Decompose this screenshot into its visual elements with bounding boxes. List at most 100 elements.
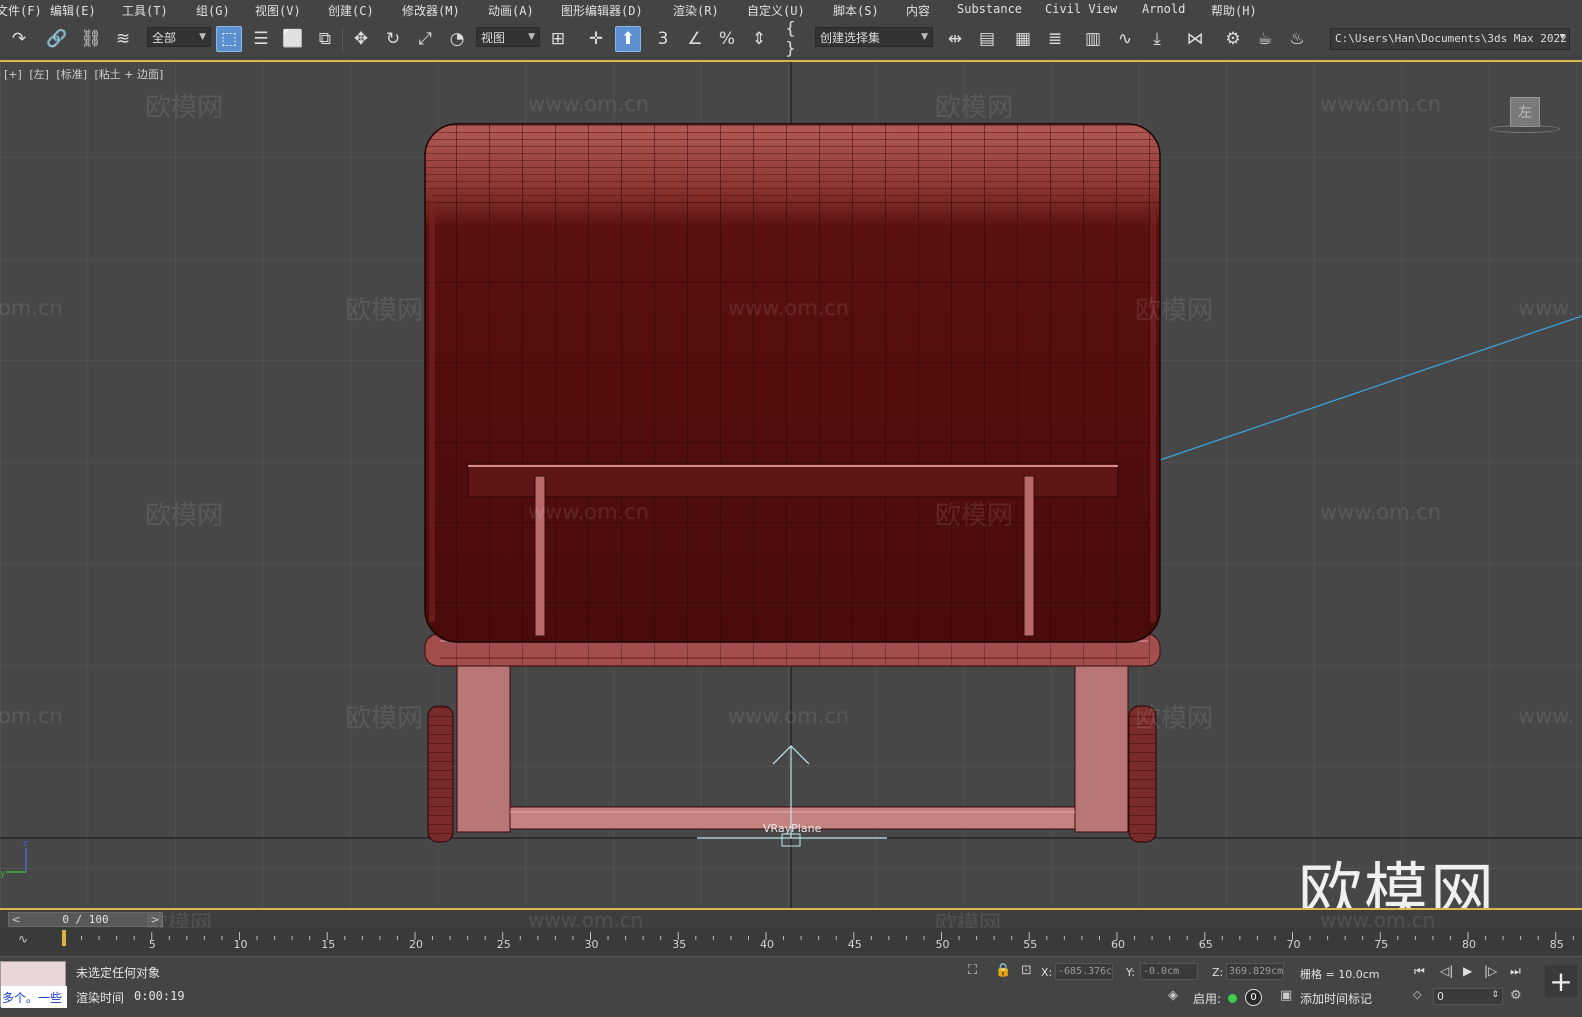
y-coordinate-field[interactable]: -0.0cm bbox=[1140, 963, 1198, 980]
next-frame-button[interactable]: > bbox=[148, 913, 162, 926]
percent-snap-icon[interactable]: % bbox=[714, 26, 740, 52]
menu-substance[interactable]: Substance bbox=[957, 2, 1022, 16]
isolate-selection-icon[interactable]: ⛶ bbox=[968, 963, 977, 978]
armrest-bar bbox=[467, 462, 1119, 498]
time-tag-icon[interactable]: ▣ bbox=[1280, 988, 1292, 1003]
menu-rendering[interactable]: 渲染(R) bbox=[673, 2, 719, 19]
time-slider[interactable]: < 0 / 100 > 欧模网 www.om.cn 欧模网 www.om.cn bbox=[0, 908, 1582, 937]
current-frame-field[interactable]: 0 ⇕ bbox=[1433, 988, 1503, 1005]
absolute-mode-icon[interactable]: ⊡ bbox=[1021, 963, 1032, 978]
menu-group[interactable]: 组(G) bbox=[196, 2, 230, 19]
render-production-icon[interactable]: ♨ bbox=[1284, 26, 1310, 52]
menu-scripting[interactable]: 脚本(S) bbox=[833, 2, 879, 19]
add-time-tag-button[interactable]: 添加时间标记 bbox=[1300, 990, 1372, 1007]
ruler-tick-label: 25 bbox=[496, 938, 511, 951]
link-icon[interactable]: 🔗 bbox=[44, 26, 70, 52]
z-coordinate-field[interactable]: 369.829cm bbox=[1226, 963, 1284, 980]
menu-customize[interactable]: 自定义(U) bbox=[747, 2, 805, 19]
track-bar[interactable]: ∿ 0510152025303540455055606570758085 bbox=[0, 928, 1582, 956]
enabled-indicator[interactable] bbox=[1228, 994, 1237, 1003]
menu-animation[interactable]: 动画(A) bbox=[488, 2, 534, 19]
schematic-view-icon[interactable]: ⋈ bbox=[1182, 26, 1208, 52]
ruler-tick-label: 35 bbox=[672, 938, 687, 951]
project-path-field[interactable]: C:\Users\Han\Documents\3ds Max 2022 ▼ bbox=[1330, 28, 1570, 50]
mini-curve-editor-icon[interactable]: ∿ bbox=[18, 932, 28, 946]
go-to-start-icon[interactable]: ⏮ bbox=[1414, 964, 1425, 979]
current-frame-marker bbox=[62, 930, 66, 946]
menu-arnold[interactable]: Arnold bbox=[1142, 2, 1185, 16]
logo-watermark: 欧模网 bbox=[1298, 857, 1496, 908]
pivot-center-icon[interactable]: ⊞ bbox=[545, 26, 571, 52]
redo-icon[interactable]: ↷ bbox=[6, 26, 32, 52]
maxscript-listener[interactable]: 多个。一些 bbox=[0, 961, 67, 1008]
next-key-icon[interactable]: |▷ bbox=[1484, 964, 1497, 978]
viewport-style-menu[interactable]: [粘土 + 边面] bbox=[95, 68, 164, 81]
selection-status: 未选定任何对象 bbox=[76, 966, 161, 980]
key-mode-icon[interactable]: ◇ bbox=[1413, 988, 1421, 1001]
named-selection-set-dropdown[interactable]: 创建选择集 ▼ bbox=[815, 27, 933, 47]
toggle-ribbon-icon[interactable]: ▥ bbox=[1080, 26, 1106, 52]
key-count-badge[interactable]: 0 bbox=[1245, 989, 1262, 1006]
viewcube[interactable]: 左 bbox=[1490, 97, 1560, 137]
snaps-toggle-icon[interactable]: 3 bbox=[650, 26, 676, 52]
menu-create[interactable]: 创建(C) bbox=[328, 2, 374, 19]
x-label: X: bbox=[1041, 966, 1053, 979]
render-time-label: 渲染时间 bbox=[76, 991, 125, 1005]
unlink-icon[interactable]: ⛓ bbox=[78, 26, 104, 52]
rectangular-selection-icon[interactable]: ⬜ bbox=[280, 26, 306, 52]
scene-explorer-icon[interactable]: ▦ bbox=[1010, 26, 1036, 52]
select-by-name-icon[interactable]: ☰ bbox=[248, 26, 274, 52]
menu-edit[interactable]: 编辑(E) bbox=[50, 2, 96, 19]
previous-frame-button[interactable]: < bbox=[9, 913, 23, 926]
viewport-general-menu[interactable]: [+] bbox=[4, 68, 22, 81]
menu-content[interactable]: 内容 bbox=[906, 2, 930, 19]
viewcube-ring[interactable] bbox=[1490, 125, 1560, 133]
toolbar-divider bbox=[342, 28, 343, 52]
viewport-point-of-view-menu[interactable]: [左] bbox=[29, 68, 49, 81]
layer-explorer-icon[interactable]: ≣ bbox=[1042, 26, 1068, 52]
x-coordinate-field[interactable]: -685.376c bbox=[1055, 963, 1113, 980]
support-right bbox=[1023, 475, 1035, 637]
menu-view[interactable]: 视图(V) bbox=[255, 2, 301, 19]
scale-icon[interactable]: ⤢ bbox=[412, 26, 438, 52]
edit-named-selection-icon[interactable]: { } bbox=[785, 19, 811, 59]
play-icon[interactable]: ▶ bbox=[1463, 964, 1472, 978]
move-icon[interactable]: ✥ bbox=[348, 26, 374, 52]
align-icon[interactable]: ▤ bbox=[974, 26, 1000, 52]
selection-lock-icon[interactable]: 🔒 bbox=[995, 963, 1011, 978]
menu-modifiers[interactable]: 修改器(M) bbox=[402, 2, 460, 19]
select-object-icon[interactable]: ⬚ bbox=[216, 26, 242, 52]
select-manipulate-icon[interactable]: ✛ bbox=[583, 26, 609, 52]
keyboard-shortcut-override-icon[interactable]: ⬆ bbox=[615, 26, 641, 52]
viewcube-face-left[interactable]: 左 bbox=[1510, 97, 1540, 127]
menu-tools[interactable]: 工具(T) bbox=[122, 2, 168, 19]
create-panel-plus-icon[interactable]: + bbox=[1545, 965, 1577, 998]
curve-editor-icon[interactable]: ∿ bbox=[1112, 26, 1138, 52]
bind-space-warp-icon[interactable]: ≋ bbox=[110, 26, 136, 52]
render-setup-icon[interactable]: ⚙ bbox=[1220, 26, 1246, 52]
placement-icon[interactable]: ◔ bbox=[444, 26, 470, 52]
window-crossing-icon[interactable]: ⧉ bbox=[312, 26, 338, 52]
selection-filter-dropdown[interactable]: 全部 ▼ bbox=[147, 27, 211, 47]
angle-snap-icon[interactable]: ∠ bbox=[682, 26, 708, 52]
menu-graph-editors[interactable]: 图形编辑器(D) bbox=[561, 2, 643, 19]
menu-civil-view[interactable]: Civil View bbox=[1045, 2, 1117, 16]
support-left bbox=[534, 475, 546, 637]
time-slider-handle[interactable]: < 0 / 100 > bbox=[8, 912, 163, 927]
left-viewport[interactable]: z y [+] [左] [标准] [粘土 + 边面] 欧模网 www.om.cn… bbox=[0, 60, 1582, 908]
previous-key-icon[interactable]: ◁| bbox=[1440, 964, 1453, 978]
spinner-snap-icon[interactable]: ⇕ bbox=[746, 26, 772, 52]
viewport-shading-menu[interactable]: [标准] bbox=[56, 68, 87, 81]
mirror-icon[interactable]: ⇹ bbox=[942, 26, 968, 52]
menu-help[interactable]: 帮助(H) bbox=[1211, 2, 1257, 19]
render-frame-window-icon[interactable]: ☕ bbox=[1252, 26, 1278, 52]
rotate-icon[interactable]: ↻ bbox=[380, 26, 406, 52]
adaptive-degradation-icon[interactable]: ◈ bbox=[1168, 988, 1178, 1003]
dope-sheet-icon[interactable]: ⤓ bbox=[1144, 26, 1170, 52]
go-to-end-icon[interactable]: ⏭ bbox=[1510, 964, 1521, 979]
viewport-label-menu[interactable]: [+] [左] [标准] [粘土 + 边面] bbox=[4, 66, 167, 82]
time-configuration-icon[interactable]: ⚙ bbox=[1510, 988, 1522, 1003]
menu-file[interactable]: 文件(F) bbox=[0, 2, 42, 19]
reference-coord-dropdown[interactable]: 视图 ▼ bbox=[476, 27, 540, 47]
spinner-icon[interactable]: ⇕ bbox=[1491, 990, 1499, 1003]
